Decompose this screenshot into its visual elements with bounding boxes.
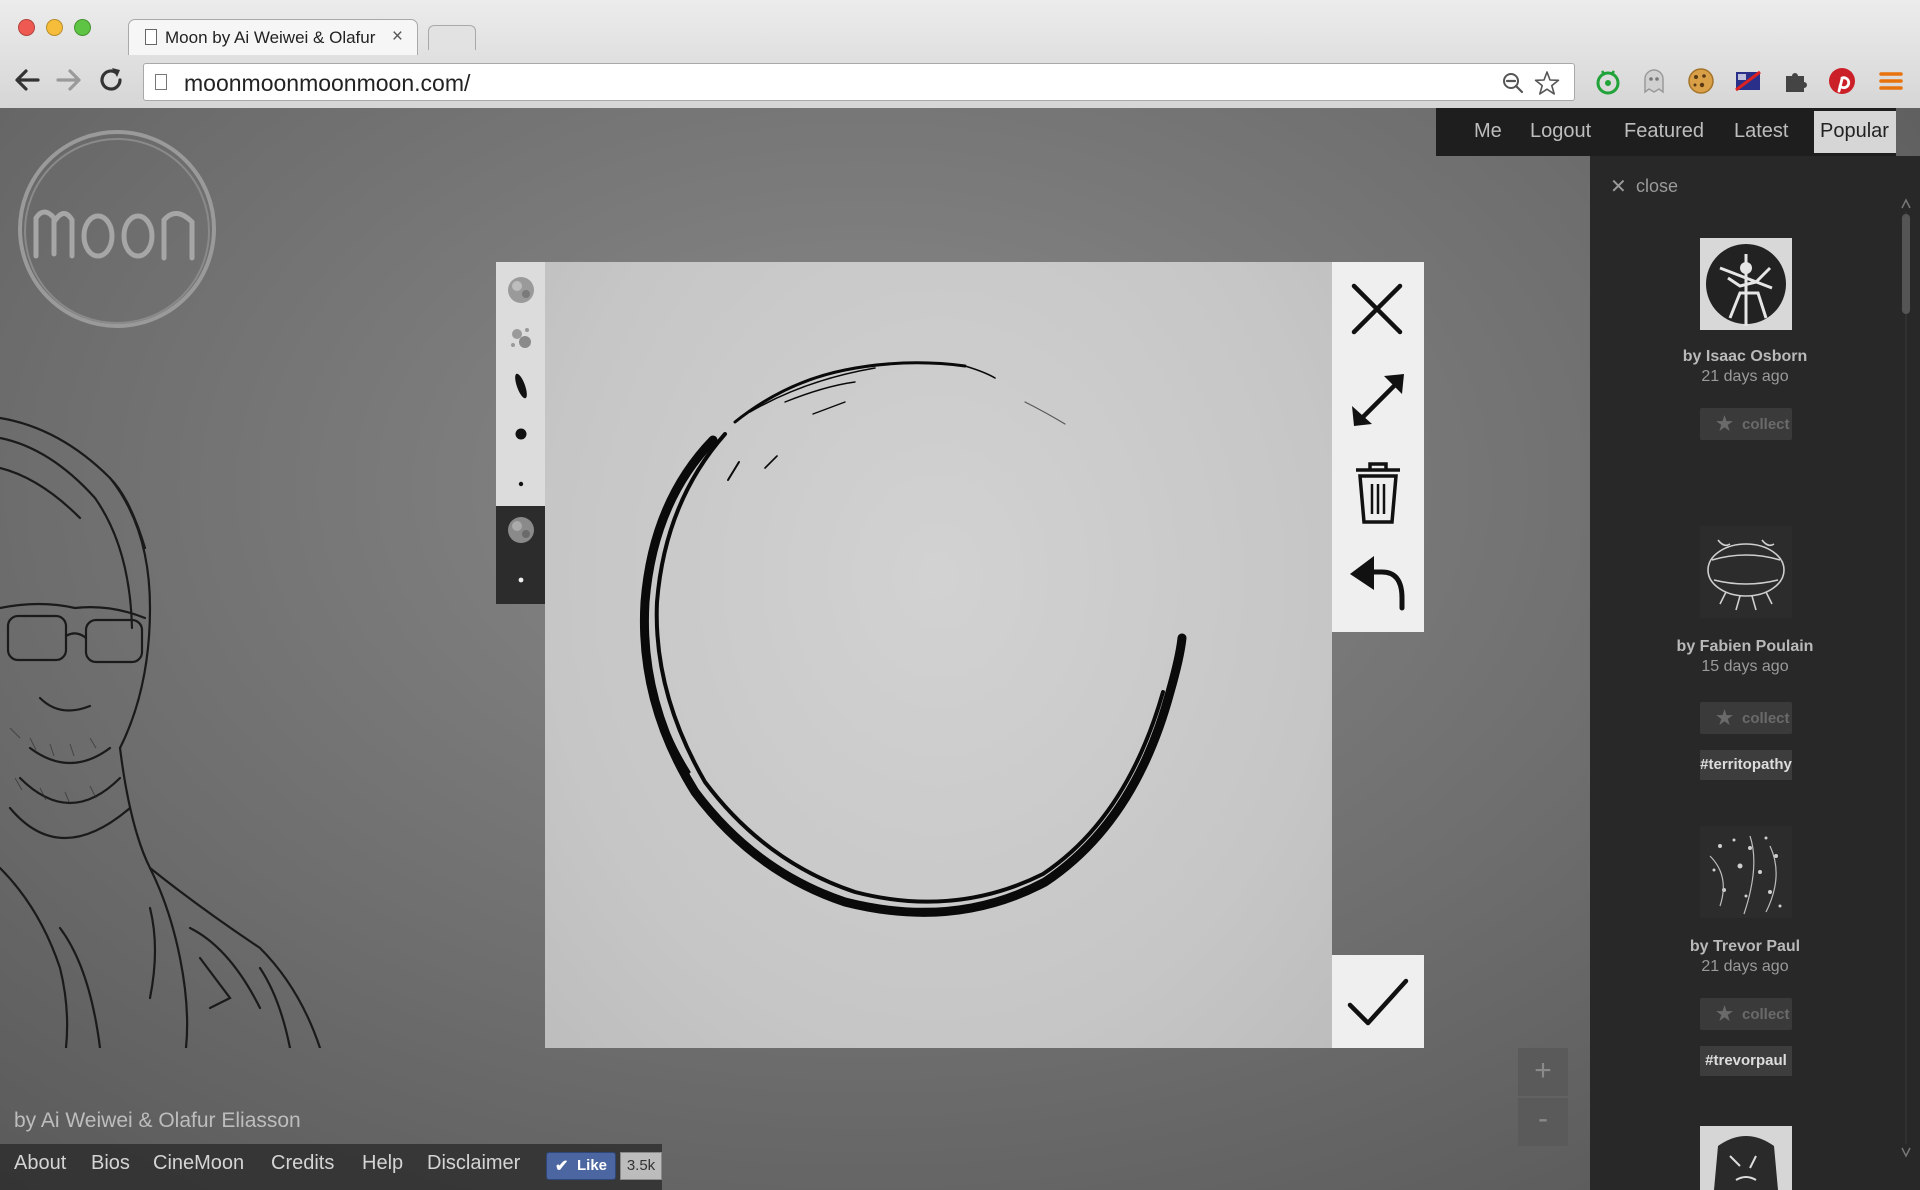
like-count: 3.5k <box>620 1152 662 1180</box>
new-tab-button[interactable] <box>428 25 476 50</box>
selected-brush-panel <box>496 506 545 604</box>
back-icon[interactable] <box>10 63 44 97</box>
browser-tab[interactable]: Moon by Ai Weiwei & Olafur Eliasson × <box>128 19 418 55</box>
collect-button[interactable]: ★ collect <box>1700 702 1792 734</box>
window-minimize-button[interactable] <box>46 19 63 36</box>
tab-title: Moon by Ai Weiwei & Olafur Eliasson <box>165 28 379 47</box>
like-label: Like <box>576 1157 607 1174</box>
drawing-canvas[interactable] <box>545 262 1332 1048</box>
nav-me[interactable]: Me <box>1474 120 1502 143</box>
trash-icon[interactable] <box>1332 446 1424 538</box>
star-icon: ★ <box>1716 414 1734 435</box>
forward-icon[interactable] <box>52 63 86 97</box>
gallery-sidebar: ✕ close by Isaac Osborn 21 days ago ★ co… <box>1590 156 1920 1190</box>
small-dot-brush-icon[interactable] <box>496 458 545 506</box>
footer-link-bios[interactable]: Bios <box>91 1152 130 1175</box>
collect-button[interactable]: ★ collect <box>1700 998 1792 1030</box>
flag-extension-icon[interactable] <box>1733 66 1763 96</box>
collect-button[interactable]: ★ collect <box>1700 408 1792 440</box>
hashtag-chip[interactable]: #trevorpaul <box>1700 1046 1792 1076</box>
page-icon <box>145 29 157 45</box>
sidebar-scrollbar[interactable] <box>1900 196 1912 1160</box>
menu-icon[interactable] <box>1876 66 1906 96</box>
portrait-sketch <box>0 416 322 1048</box>
card-author[interactable]: by Trevor Paul <box>1590 938 1900 956</box>
window-close-button[interactable] <box>18 19 35 36</box>
card-author[interactable]: by Isaac Osborn <box>1590 348 1900 366</box>
modal-action-panel <box>1332 262 1424 632</box>
selected-texture-brush-icon[interactable] <box>496 506 545 554</box>
drawing-thumbnail[interactable] <box>1700 826 1792 918</box>
window-zoom-button[interactable] <box>74 19 91 36</box>
gallery-card: by Trevor Paul 21 days ago ★ collect #tr… <box>1590 826 1900 1086</box>
page: by Ai Weiwei & Olafur Eliasson About Bio… <box>0 108 1920 1190</box>
confirm-check-icon[interactable] <box>1332 955 1424 1048</box>
footer-link-about[interactable]: About <box>14 1152 66 1175</box>
zoom-out-icon[interactable] <box>1502 72 1524 94</box>
facebook-like-button[interactable]: ✔ Like <box>546 1152 616 1180</box>
card-time: 15 days ago <box>1701 658 1789 675</box>
undo-icon[interactable] <box>1332 538 1424 630</box>
like-check-icon: ✔ <box>555 1158 569 1175</box>
pinterest-icon[interactable] <box>1827 66 1857 96</box>
scrollbar-thumb[interactable] <box>1902 214 1910 314</box>
footer-link-help[interactable]: Help <box>362 1152 403 1175</box>
splatter-brush-icon[interactable] <box>496 314 545 362</box>
card-time: 21 days ago <box>1701 958 1789 975</box>
moon-logo[interactable] <box>14 126 220 332</box>
cookie-extension-icon[interactable] <box>1686 66 1716 96</box>
site-credit: by Ai Weiwei & Olafur Eliasson <box>14 1109 301 1132</box>
star-icon: ★ <box>1716 1004 1734 1025</box>
texture-brush-icon[interactable] <box>496 266 545 314</box>
star-icon: ★ <box>1716 708 1734 729</box>
puzzle-extension-icon[interactable] <box>1781 66 1811 96</box>
resize-icon[interactable] <box>1332 354 1424 446</box>
address-bar[interactable]: moonmoonmoonmoon.com/ <box>143 63 1575 101</box>
card-author[interactable]: by Fabien Poulain <box>1590 638 1900 656</box>
hashtag-chip[interactable]: #territopathy <box>1700 750 1792 780</box>
sidebar-close-link[interactable]: close <box>1636 176 1678 197</box>
zoom-out-button[interactable]: - <box>1518 1098 1568 1146</box>
close-icon[interactable] <box>1332 262 1424 354</box>
footer-link-cinemoon[interactable]: CineMoon <box>153 1152 244 1175</box>
nav-featured[interactable]: Featured <box>1624 120 1704 143</box>
footer-link-credits[interactable]: Credits <box>271 1152 334 1175</box>
selected-size-dot-icon[interactable] <box>496 556 545 604</box>
page-icon <box>155 74 167 90</box>
nav-popular[interactable]: Popular <box>1820 120 1889 143</box>
drawing-thumbnail[interactable] <box>1700 526 1792 618</box>
close-icon[interactable]: ✕ <box>1610 174 1627 199</box>
drawing-thumbnail[interactable] <box>1700 238 1792 330</box>
footer-link-disclaimer[interactable]: Disclaimer <box>427 1152 520 1175</box>
gallery-card: by Fabien Poulain 15 days ago ★ collect … <box>1590 526 1900 786</box>
ink-brush-icon[interactable] <box>496 362 545 410</box>
card-time: 21 days ago <box>1701 368 1789 385</box>
drawing-thumbnail[interactable] <box>1700 1126 1792 1190</box>
nav-latest[interactable]: Latest <box>1734 120 1788 143</box>
browser-chrome: Moon by Ai Weiwei & Olafur Eliasson × mo… <box>0 0 1920 109</box>
large-dot-brush-icon[interactable] <box>496 410 545 458</box>
reload-icon[interactable] <box>94 63 128 97</box>
nav-logout[interactable]: Logout <box>1530 120 1591 143</box>
url-text: moonmoonmoonmoon.com/ <box>184 70 471 96</box>
gallery-card: by Isaac Osborn 21 days ago ★ collect <box>1590 238 1900 488</box>
ghost-extension-icon[interactable] <box>1639 66 1669 96</box>
tab-close-icon[interactable]: × <box>392 26 403 48</box>
zoom-in-button[interactable]: + <box>1518 1048 1568 1096</box>
bookmark-star-icon[interactable] <box>1534 70 1560 96</box>
green-extension-icon[interactable] <box>1593 66 1623 96</box>
